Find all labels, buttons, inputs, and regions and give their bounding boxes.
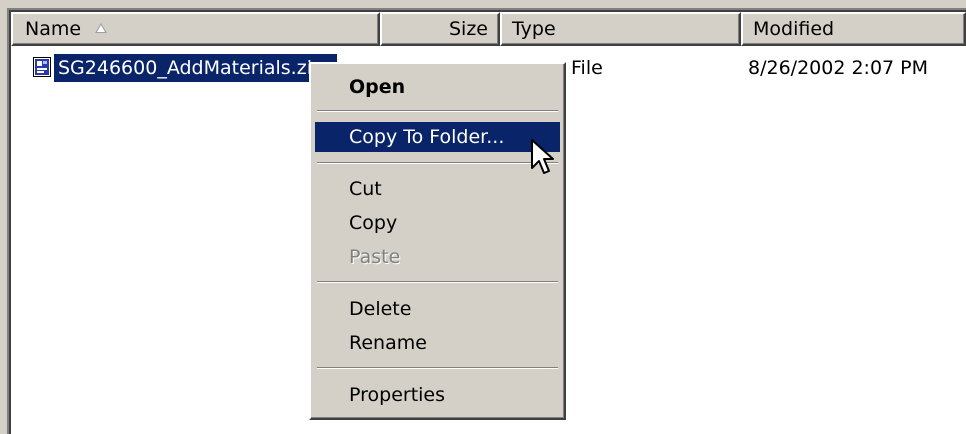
column-header-type-label: Type (512, 18, 556, 40)
column-header-modified-label: Modified (753, 18, 835, 40)
column-header-size-label: Size (448, 18, 488, 40)
column-header-bar: Name Size Type Modified (11, 12, 966, 46)
menu-item-copy[interactable]: Copy (315, 208, 560, 238)
menu-item-delete[interactable]: Delete (315, 294, 560, 324)
menu-item-properties[interactable]: Properties (315, 380, 560, 410)
file-modified: 8/26/2002 2:07 PM (748, 57, 929, 79)
column-header-type[interactable]: Type (500, 12, 741, 46)
menu-separator (317, 110, 558, 112)
column-header-name-label: Name (25, 18, 82, 40)
menu-separator (317, 162, 558, 164)
sort-ascending-icon (95, 23, 108, 33)
menu-item-copy-to-folder[interactable]: Copy To Folder... (315, 122, 560, 152)
menu-item-cut[interactable]: Cut (315, 174, 560, 204)
mouse-pointer-icon (531, 139, 554, 174)
menu-item-open[interactable]: Open (315, 72, 560, 102)
file-name[interactable]: SG246600_AddMaterials.zip (54, 54, 337, 82)
menu-separator (317, 281, 558, 283)
menu-item-rename[interactable]: Rename (315, 328, 560, 358)
column-header-size[interactable]: Size (380, 12, 500, 46)
file-type: File (571, 57, 603, 79)
context-menu: Open Copy To Folder... Cut Copy Paste De… (309, 62, 566, 420)
menu-item-paste: Paste (349, 246, 401, 268)
column-header-modified[interactable]: Modified (741, 12, 966, 46)
zip-file-icon (33, 57, 51, 77)
column-header-name[interactable]: Name (11, 12, 380, 46)
menu-separator (317, 367, 558, 369)
